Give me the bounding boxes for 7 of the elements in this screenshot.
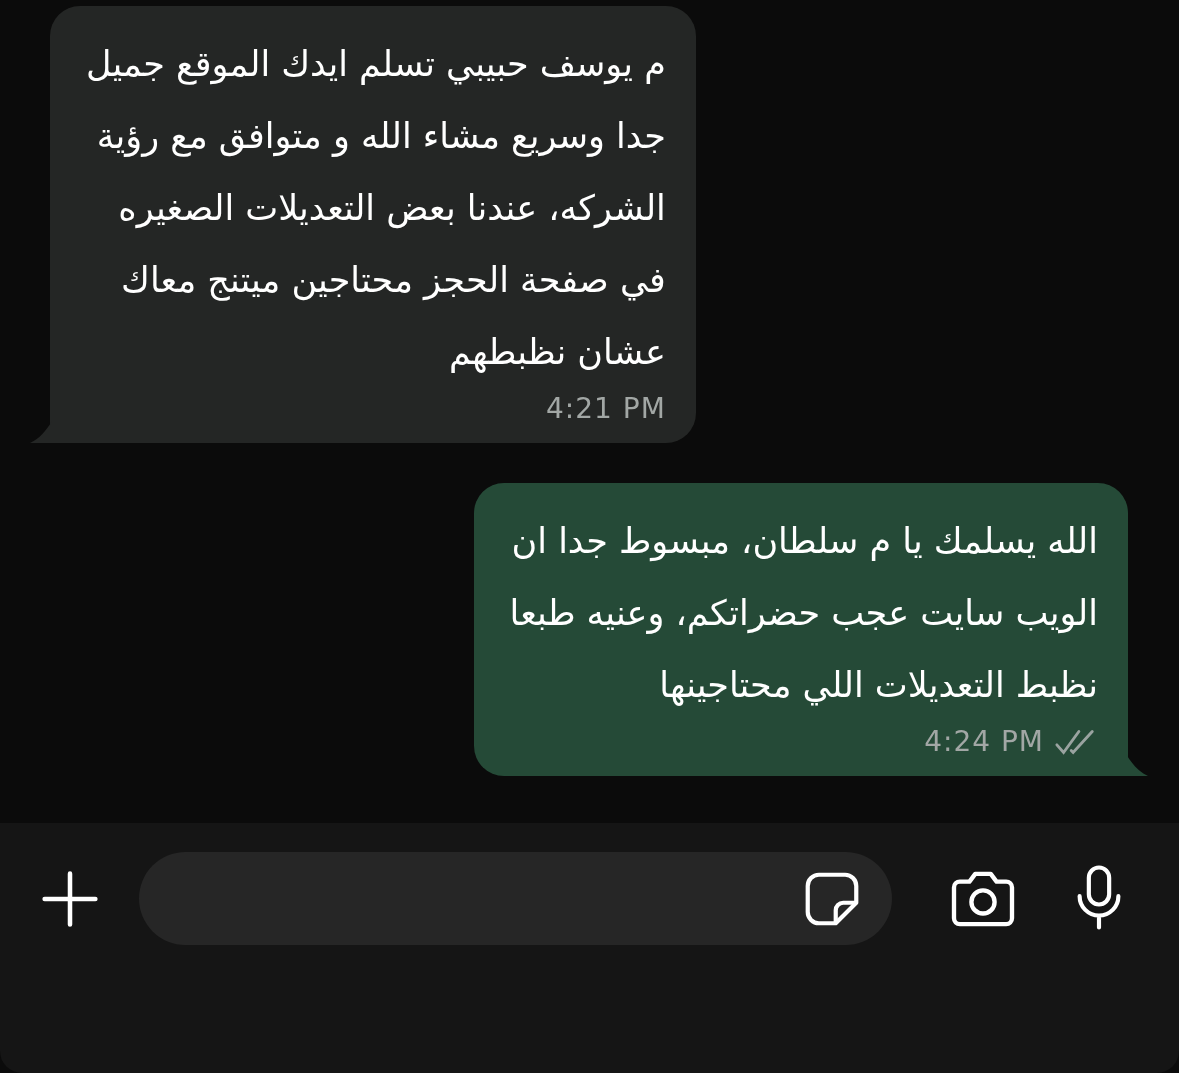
message-time: 4:21 PM <box>546 392 666 425</box>
message-text: م يوسف حبيبي تسلم ايدك الموقع جميل جدا وسريع مشاء الله و متوافق مع رؤية الشركه، عندنا بعض التعديلات الصغيره في صفحة الحجز محتاجين ميتنج معاك عشان نظبطهم <box>86 43 666 375</box>
microphone-icon[interactable] <box>1075 864 1123 932</box>
plus-icon[interactable] <box>41 870 99 928</box>
sticker-icon[interactable] <box>804 870 860 927</box>
message-text: الله يسلمك يا م سلطان، مبسوط جدا ان الويب سايت عجب حضراتكم، وعنيه طبعا نظبط التعديلات اللي محتاجينها <box>509 520 1098 708</box>
message-time: 4:24 PM <box>924 725 1044 758</box>
